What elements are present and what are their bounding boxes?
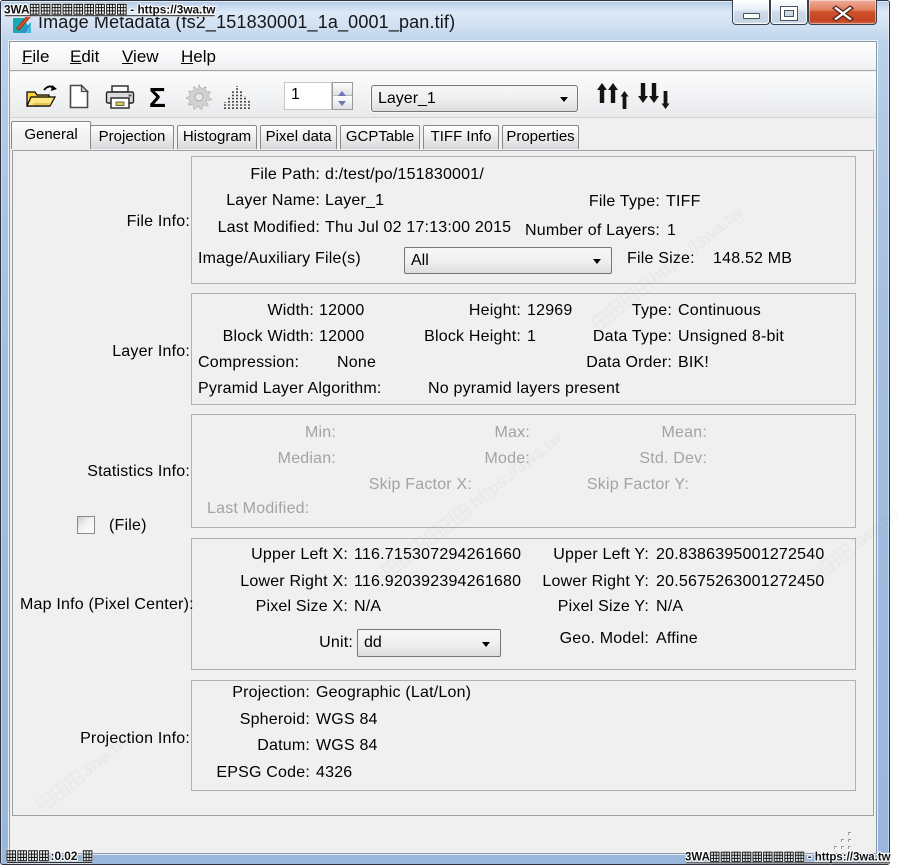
svg-text:- https://3wa.tw: - https://3wa.tw	[130, 2, 216, 16]
svg-text:3WA: 3WA	[685, 852, 710, 864]
svg-text:3WA: 3WA	[4, 2, 30, 16]
svg-text::0.02: :0.02	[51, 849, 78, 863]
svg-text:- https://3wa.tw: - https://3wa.tw	[808, 852, 891, 864]
